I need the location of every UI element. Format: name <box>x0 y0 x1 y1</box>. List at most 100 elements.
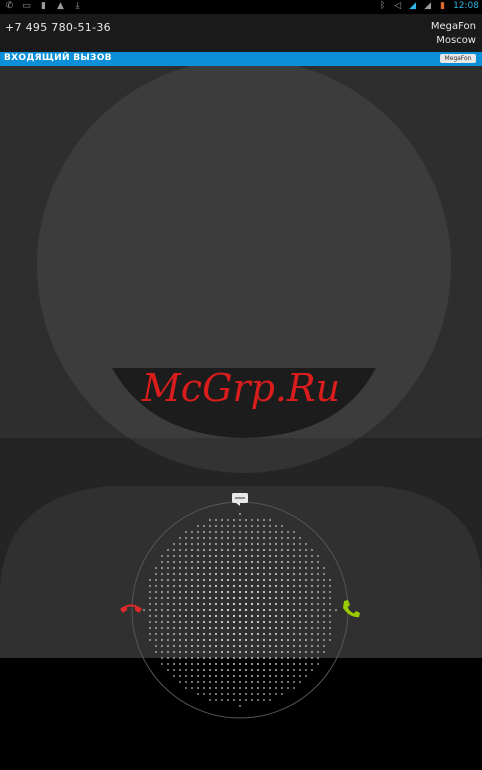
glowpad-dot <box>160 620 164 624</box>
glowpad-dot <box>268 686 272 690</box>
glowpad-dot <box>184 674 188 678</box>
glowpad-dot <box>262 644 266 648</box>
glowpad-dot <box>280 692 284 696</box>
glowpad-dot <box>256 524 260 528</box>
glowpad-dot <box>274 560 278 564</box>
glowpad-dot <box>250 626 254 630</box>
glowpad-dot <box>256 572 260 576</box>
glowpad-dot <box>316 590 320 594</box>
glowpad-dot <box>190 590 194 594</box>
glowpad-dot <box>244 548 248 552</box>
glowpad-dot <box>316 656 320 660</box>
glowpad-dot <box>268 524 272 528</box>
glowpad-dot <box>172 632 176 636</box>
glowpad-dot <box>232 524 236 528</box>
glowpad-dot <box>274 548 278 552</box>
glowpad-dot <box>178 656 182 660</box>
glowpad-dot <box>250 650 254 654</box>
glowpad-dot <box>268 530 272 534</box>
glowpad-dot <box>292 578 296 582</box>
glowpad-dot <box>256 566 260 570</box>
glowpad-dot <box>232 554 236 558</box>
glowpad-dot <box>172 602 176 606</box>
glowpad-dot <box>160 626 164 630</box>
glowpad-dot <box>286 626 290 630</box>
glowpad-dot <box>244 674 248 678</box>
glowpad-dot <box>214 686 218 690</box>
glowpad-dot <box>322 566 326 570</box>
glowpad-dot <box>274 626 278 630</box>
glowpad-dot <box>226 650 230 654</box>
glowpad-dot <box>274 530 278 534</box>
glowpad-dot <box>322 650 326 654</box>
glowpad-ring[interactable] <box>128 500 352 720</box>
glowpad-dot <box>178 632 182 636</box>
glowpad-dot <box>226 560 230 564</box>
glowpad-dot <box>292 536 296 540</box>
glowpad-dot <box>190 626 194 630</box>
glowpad-dot <box>256 518 260 522</box>
glowpad-dot <box>184 548 188 552</box>
glowpad-dot <box>148 608 152 612</box>
glowpad-dot <box>202 524 206 528</box>
glowpad-dot <box>148 578 152 582</box>
glowpad-dot <box>214 632 218 636</box>
glowpad-dot <box>172 584 176 588</box>
glowpad-dot <box>322 614 326 618</box>
glowpad-dot <box>262 572 266 576</box>
glowpad-dot <box>196 674 200 678</box>
glowpad-dot <box>178 620 182 624</box>
glowpad-dot <box>256 650 260 654</box>
glowpad-dot <box>232 644 236 648</box>
glowpad-dot <box>226 596 230 600</box>
warning-icon: ▲ <box>57 1 64 11</box>
glowpad-dot <box>274 608 278 612</box>
glowpad-dot <box>244 680 248 684</box>
glowpad-dot <box>322 584 326 588</box>
glowpad-dot <box>256 596 260 600</box>
glowpad-dot <box>178 560 182 564</box>
glowpad-dot <box>316 584 320 588</box>
glowpad-dot <box>190 530 194 534</box>
glowpad-dot <box>310 602 314 606</box>
glowpad-dot <box>190 536 194 540</box>
glowpad-dot <box>196 644 200 648</box>
glowpad-dot <box>154 602 158 606</box>
glowpad-dot <box>220 596 224 600</box>
glowpad-dot <box>316 596 320 600</box>
glowpad-dot <box>298 536 302 540</box>
glowpad-dot <box>160 632 164 636</box>
glowpad-dot <box>226 632 230 636</box>
glowpad-dot <box>292 674 296 678</box>
answer-call-icon[interactable] <box>340 598 362 620</box>
glowpad-dot <box>208 674 212 678</box>
glowpad-dot <box>202 632 206 636</box>
decline-call-icon[interactable] <box>118 600 144 618</box>
glowpad-dot <box>184 566 188 570</box>
glowpad-dot <box>280 596 284 600</box>
glowpad-dot <box>250 542 254 546</box>
glowpad-dot <box>298 596 302 600</box>
glowpad-dot <box>220 584 224 588</box>
glowpad-dot <box>316 578 320 582</box>
glowpad-dot <box>328 590 332 594</box>
glowpad-dot <box>214 560 218 564</box>
glowpad-dot <box>196 536 200 540</box>
message-icon[interactable] <box>231 492 249 506</box>
glowpad-dot <box>256 614 260 618</box>
glowpad-dot <box>178 578 182 582</box>
glowpad-dot <box>268 668 272 672</box>
glowpad-dot <box>310 560 314 564</box>
glowpad-dot <box>208 650 212 654</box>
glowpad-dot <box>238 674 242 678</box>
glowpad-dot <box>196 668 200 672</box>
glowpad-dot <box>178 674 182 678</box>
glowpad-dot <box>250 524 254 528</box>
glowpad-dot <box>172 674 176 678</box>
glowpad-dot <box>214 674 218 678</box>
glowpad-dot <box>262 626 266 630</box>
glowpad-dot <box>202 674 206 678</box>
glowpad-dot <box>286 662 290 666</box>
glowpad-dot <box>196 608 200 612</box>
glowpad-dot <box>280 656 284 660</box>
